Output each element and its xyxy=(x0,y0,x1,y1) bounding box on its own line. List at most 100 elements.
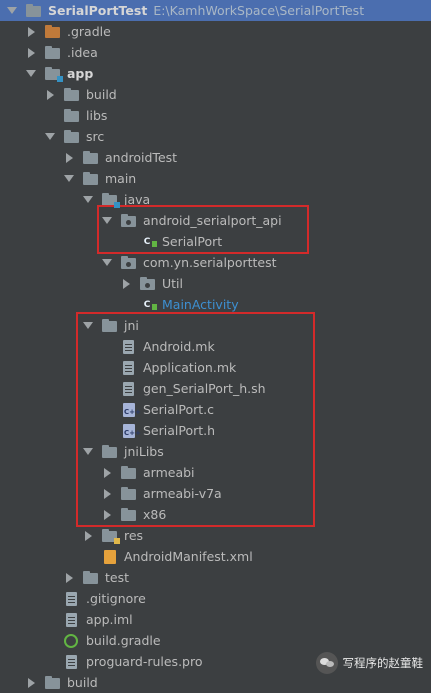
tree-item-label: com.yn.serialporttest xyxy=(143,255,277,270)
tree-row-androidmanifest-file[interactable]: AndroidManifest.xml xyxy=(0,546,431,567)
tree-row-jni-folder[interactable]: jni xyxy=(0,315,431,336)
tree-row-app-iml-file[interactable]: app.iml xyxy=(0,609,431,630)
expand-arrow-icon[interactable] xyxy=(82,189,94,210)
tree-row-java-folder[interactable]: java xyxy=(0,189,431,210)
tree-row-package-com-yn-serialporttest[interactable]: com.yn.serialporttest xyxy=(0,252,431,273)
arrow-spacer xyxy=(101,399,113,420)
tree-item-label: build xyxy=(67,675,98,690)
tree-row-application-mk-file[interactable]: Application.mk xyxy=(0,357,431,378)
tree-row-x86-folder[interactable]: x86 xyxy=(0,504,431,525)
watermark-text: 写程序的赵童鞋 xyxy=(342,656,424,670)
folder-icon xyxy=(64,129,80,144)
folder-icon xyxy=(64,108,80,123)
tree-row-serialport-c-file[interactable]: C++ SerialPort.c xyxy=(0,399,431,420)
tree-item-label: .gitignore xyxy=(86,591,146,606)
package-dot-icon xyxy=(126,261,131,267)
tree-row-serialport-h-file[interactable]: C++ SerialPort.h xyxy=(0,420,431,441)
tree-item-label: Util xyxy=(162,276,183,291)
tree-row-jnilibs-folder[interactable]: jniLibs xyxy=(0,441,431,462)
collapse-arrow-icon[interactable] xyxy=(63,147,75,168)
arrow-spacer xyxy=(101,357,113,378)
arrow-spacer xyxy=(101,378,113,399)
tree-item-label: build.gradle xyxy=(86,633,161,648)
collapse-arrow-icon[interactable] xyxy=(63,567,75,588)
tree-row-gitignore-file[interactable]: .gitignore xyxy=(0,588,431,609)
folder-icon xyxy=(83,570,99,585)
expand-arrow-icon[interactable] xyxy=(101,252,113,273)
tree-row-app-module-folder[interactable]: app xyxy=(0,63,431,84)
collapse-arrow-icon[interactable] xyxy=(101,504,113,525)
tree-row-libs-folder[interactable]: libs xyxy=(0,105,431,126)
text-file-icon xyxy=(121,339,137,354)
tree-row-build-folder[interactable]: build xyxy=(0,84,431,105)
expand-arrow-icon[interactable] xyxy=(44,126,56,147)
module-folder-icon xyxy=(45,66,63,82)
xml-file-icon xyxy=(102,549,118,564)
text-file-icon xyxy=(121,381,137,396)
package-icon xyxy=(121,213,137,228)
expand-arrow-icon[interactable] xyxy=(6,0,18,21)
folder-icon xyxy=(45,24,61,39)
expand-arrow-icon[interactable] xyxy=(82,441,94,462)
tree-item-label: gen_SerialPort_h.sh xyxy=(143,381,266,396)
collapse-arrow-icon[interactable] xyxy=(44,84,56,105)
folder-icon xyxy=(102,318,118,333)
tree-row-armeabi-folder[interactable]: armeabi xyxy=(0,462,431,483)
collapse-arrow-icon[interactable] xyxy=(101,462,113,483)
text-file-icon xyxy=(121,360,137,375)
tree-item-label: androidTest xyxy=(105,150,178,165)
package-icon xyxy=(121,255,137,270)
watermark: 写程序的赵童鞋 xyxy=(315,652,424,674)
tree-row-res-folder[interactable]: res xyxy=(0,525,431,546)
tree-item-label: armeabi xyxy=(143,465,195,480)
collapse-arrow-icon[interactable] xyxy=(25,21,37,42)
tree-row-src-folder[interactable]: src xyxy=(0,126,431,147)
tree-row-util-package[interactable]: Util xyxy=(0,273,431,294)
expand-arrow-icon[interactable] xyxy=(101,210,113,231)
collapse-arrow-icon[interactable] xyxy=(120,273,132,294)
tree-row-package-android-serialport-api[interactable]: android_serialport_api xyxy=(0,210,431,231)
c-source-icon: C++ xyxy=(121,402,141,417)
expand-arrow-icon[interactable] xyxy=(82,315,94,336)
tree-item-label: SerialPort.c xyxy=(143,402,214,417)
expand-arrow-icon[interactable] xyxy=(63,168,75,189)
package-dot-icon xyxy=(126,219,131,225)
package-icon xyxy=(140,276,156,291)
tree-row-root-build-folder[interactable]: build xyxy=(0,672,431,693)
tree-row-serialport-class[interactable]: SerialPort xyxy=(0,231,431,252)
arrow-spacer xyxy=(101,336,113,357)
tree-row-project-root-folder[interactable]: SerialPortTest E:\KamhWorkSpace\SerialPor… xyxy=(0,0,431,21)
lock-icon xyxy=(152,240,157,247)
arrow-spacer xyxy=(120,294,132,315)
folder-icon xyxy=(83,150,99,165)
collapse-arrow-icon[interactable] xyxy=(101,483,113,504)
c-source-icon: C++ xyxy=(121,423,141,438)
collapse-arrow-icon[interactable] xyxy=(25,42,37,63)
tree-row-androidtest-folder[interactable]: androidTest xyxy=(0,147,431,168)
tree-row-mainactivity-class[interactable]: MainActivity xyxy=(0,294,431,315)
tree-item-label: .gradle xyxy=(67,24,111,39)
text-file-icon xyxy=(64,612,80,627)
tree-item-label: AndroidManifest.xml xyxy=(124,549,253,564)
tree-item-label: libs xyxy=(86,108,108,123)
cpp-glyph-icon: C++ xyxy=(124,428,141,437)
tree-row-build-gradle-file[interactable]: build.gradle xyxy=(0,630,431,651)
text-file-icon xyxy=(64,654,80,669)
gradle-ring-icon xyxy=(64,633,78,648)
tree-row-main-folder[interactable]: main xyxy=(0,168,431,189)
tree-row-test-folder[interactable]: test xyxy=(0,567,431,588)
tree-row-idea-folder[interactable]: .idea xyxy=(0,42,431,63)
tree-item-label: jniLibs xyxy=(124,444,164,459)
collapse-arrow-icon[interactable] xyxy=(25,672,37,693)
tree-row-android-mk-file[interactable]: Android.mk xyxy=(0,336,431,357)
collapse-arrow-icon[interactable] xyxy=(82,525,94,546)
tree-item-label: Android.mk xyxy=(143,339,215,354)
resource-folder-icon xyxy=(102,528,120,544)
folder-icon xyxy=(45,675,61,690)
tree-row-gradle-folder[interactable]: .gradle xyxy=(0,21,431,42)
tree-row-armeabi-v7a-folder[interactable]: armeabi-v7a xyxy=(0,483,431,504)
arrow-spacer xyxy=(44,609,56,630)
expand-arrow-icon[interactable] xyxy=(25,63,37,84)
tree-row-gen-serialport-sh-file[interactable]: gen_SerialPort_h.sh xyxy=(0,378,431,399)
java-class-icon xyxy=(140,298,157,312)
